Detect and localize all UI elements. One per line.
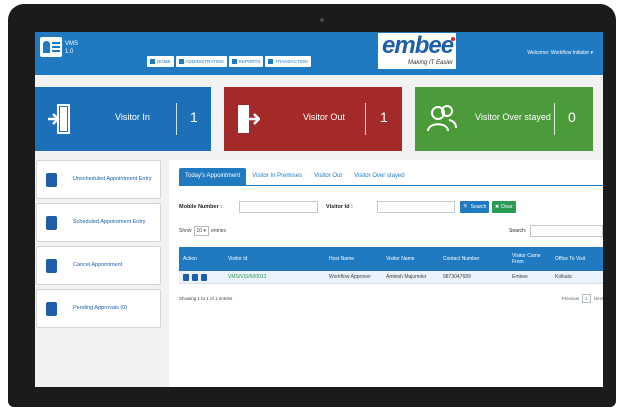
page-length-control: Show 10 ▾ entries — [179, 226, 226, 236]
table-info: Showing 1 to 1 of 1 entries — [179, 296, 233, 301]
mobile-number-input[interactable] — [239, 201, 318, 213]
visitor-id-input[interactable] — [377, 201, 455, 213]
edit-icon[interactable] — [183, 274, 189, 281]
show-prefix: Show — [179, 228, 192, 234]
nav-transaction[interactable]: TRANSACTION — [265, 56, 311, 67]
menu-scheduled-label: Scheduled Appointment Entry — [73, 219, 146, 225]
visitor-overstayed-divider — [554, 103, 555, 135]
app-screen: VMS 1.0 HOME ADMINISTRATION REPORTS TRAN… — [35, 32, 603, 387]
th-host-name: Host Name — [329, 256, 355, 262]
th-contact-number: Contact Number — [443, 256, 480, 262]
brand-dot-icon — [451, 37, 455, 41]
admin-icon — [178, 59, 184, 64]
th-visitor-id: Visitor Id — [228, 256, 248, 262]
nav-transaction-label: TRANSACTION — [275, 59, 308, 64]
table-search-input[interactable] — [530, 225, 603, 237]
top-header: VMS 1.0 HOME ADMINISTRATION REPORTS TRAN… — [35, 32, 603, 75]
tab-underline — [179, 185, 603, 186]
nav-reports-label: REPORTS — [238, 59, 261, 64]
menu-cancel-appointment[interactable]: Cancel Appointment — [36, 246, 161, 285]
menu-pending-label: Pending Approvals (0) — [73, 305, 128, 311]
brand-name: embee — [382, 32, 454, 59]
calendar-icon — [46, 216, 57, 230]
table-header: Action Visitor Id Host Name Visitor Name… — [179, 247, 603, 271]
app-title-version: 1.0 — [65, 49, 74, 55]
laptop-frame: VMS 1.0 HOME ADMINISTRATION REPORTS TRAN… — [8, 4, 616, 407]
visitor-out-label: Visitor Out — [303, 112, 345, 122]
users-icon — [427, 105, 457, 132]
menu-cancel-label: Cancel Appointment — [73, 262, 123, 268]
search-button[interactable]: 🔍 Search — [460, 201, 490, 213]
mobile-number-label: Mobile Number : — [179, 204, 223, 210]
app-title: VMS 1.0 — [65, 40, 78, 56]
home-icon — [150, 59, 155, 64]
appointment-tabs: Today's Appointment Visitor In Premises … — [179, 168, 411, 185]
page-1-button[interactable]: 1 — [582, 294, 591, 303]
nav-home[interactable]: HOME — [147, 56, 174, 67]
exit-door-icon — [238, 105, 260, 133]
table-search-label: Search: — [509, 228, 527, 234]
nav-administration[interactable]: ADMINISTRATION — [175, 56, 227, 67]
cell-visitor-id[interactable]: VMS/VIS/000013 — [228, 271, 266, 284]
nav-administration-label: ADMINISTRATION — [185, 59, 224, 64]
vms-logo-icon — [40, 37, 62, 57]
chart-icon — [231, 59, 237, 64]
brand-tagline: Making IT Easier — [408, 60, 454, 66]
visitor-in-divider — [176, 103, 177, 135]
cell-contact-number: 9873047689 — [443, 274, 471, 280]
document-icon — [46, 302, 57, 316]
menu-unscheduled-label: Unscheduled Appointment Entry — [73, 176, 152, 182]
cell-host-name: Workflow Approver — [329, 274, 371, 280]
cell-office-to-visit: Kolkata — [555, 274, 572, 280]
tab-todays-appointment[interactable]: Today's Appointment — [179, 168, 247, 185]
tab-visitor-out[interactable]: Visitor Out — [308, 168, 348, 185]
show-suffix: entries — [210, 228, 226, 234]
pagination: Previous 1 Next — [562, 294, 603, 303]
main-nav: HOME ADMINISTRATION REPORTS TRANSACTION — [147, 56, 311, 67]
nav-home-label: HOME — [157, 59, 171, 64]
visitor-id-label: Visitor Id : — [326, 204, 353, 210]
webcam — [320, 18, 324, 22]
clear-button-label: Clear — [500, 204, 513, 210]
visitor-in-card[interactable]: Visitor In 1 — [35, 87, 211, 151]
cell-visitor-name: Amtesh Majumder — [386, 274, 427, 280]
search-button-label: Search — [470, 204, 487, 210]
th-visitor-came-from: Visitor Came From — [512, 253, 541, 265]
checkin-icon[interactable] — [192, 274, 198, 281]
visitor-in-count: 1 — [190, 109, 198, 125]
user-menu[interactable]: Welcome: Workflow Initiator ▾ — [527, 50, 593, 56]
user-add-icon — [46, 173, 57, 187]
menu-scheduled-appointment[interactable]: Scheduled Appointment Entry — [36, 203, 161, 242]
tab-visitor-in-premises[interactable]: Visitor In Premises — [246, 168, 308, 185]
tab-visitor-overstayed[interactable]: Visitor Over stayed — [348, 168, 411, 185]
table-row: VMS/VIS/000013 Workflow Approver Amtesh … — [179, 271, 603, 284]
th-action: Action — [183, 256, 197, 262]
row-actions — [183, 274, 207, 281]
cell-came-from: Embee — [512, 274, 528, 280]
app-title-name: VMS — [65, 41, 79, 47]
page-length-select[interactable]: 10 ▾ — [193, 226, 209, 236]
appointments-panel: Today's Appointment Visitor In Premises … — [169, 160, 603, 387]
next-button[interactable]: Next — [594, 296, 603, 301]
visitor-in-label: Visitor In — [115, 112, 150, 122]
visitor-out-count: 1 — [380, 109, 388, 125]
calendar-cancel-icon — [46, 259, 57, 273]
delete-icon[interactable] — [201, 274, 207, 281]
nav-reports[interactable]: REPORTS — [228, 56, 264, 67]
embee-brand-logo: embee Making IT Easier — [378, 32, 456, 69]
visitor-out-card[interactable]: Visitor Out 1 — [224, 87, 402, 151]
menu-unscheduled-appointment[interactable]: Unscheduled Appointment Entry — [36, 160, 161, 199]
visitor-overstayed-card[interactable]: Visitor Over stayed 0 — [415, 87, 593, 151]
th-office-to-visit: Office To Visit — [555, 256, 586, 262]
transaction-icon — [268, 59, 274, 64]
visitor-overstayed-count: 0 — [568, 109, 576, 125]
visitor-out-divider — [365, 103, 366, 135]
previous-button[interactable]: Previous — [562, 296, 580, 301]
menu-pending-approvals[interactable]: Pending Approvals (0) — [36, 289, 161, 328]
th-visitor-name: Visitor Name — [386, 256, 415, 262]
visitor-overstayed-label: Visitor Over stayed — [475, 112, 551, 122]
clear-button[interactable]: ✖ Clear — [492, 201, 516, 213]
enter-door-icon — [48, 104, 70, 134]
